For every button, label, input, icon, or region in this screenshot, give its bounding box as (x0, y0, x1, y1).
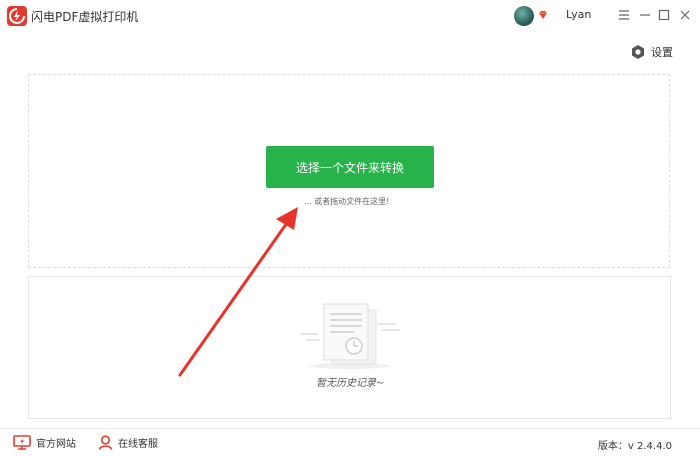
settings-button[interactable]: 设置 (630, 44, 673, 60)
drag-hint: ... 或者拖动文件在这里! (304, 197, 390, 206)
official-site-link[interactable]: 官方网站 (13, 435, 76, 450)
title-bar: 闪电PDF虚拟打印机 Lyan (0, 0, 700, 32)
online-service-label: 在线客服 (118, 439, 158, 450)
empty-history-illustration (300, 303, 400, 369)
online-service-link[interactable]: 在线客服 (98, 435, 158, 450)
close-icon[interactable] (678, 8, 692, 22)
menu-icon[interactable] (617, 8, 631, 22)
vip-diamond-icon[interactable] (538, 10, 548, 20)
app-title: 闪电PDF虚拟打印机 (31, 10, 139, 24)
username[interactable]: Lyan (566, 8, 591, 21)
gear-icon (632, 45, 644, 59)
empty-history-text: 暂无历史记录~ (316, 378, 385, 389)
app-logo-icon (7, 6, 27, 26)
version-text: 版本：v 2.4.4.0 (597, 441, 672, 452)
select-file-button[interactable]: 选择一个文件来转换 (266, 146, 434, 188)
official-site-label: 官方网站 (36, 439, 76, 450)
settings-label: 设置 (651, 46, 673, 59)
maximize-icon[interactable] (657, 8, 671, 22)
footer: 官方网站 在线客服 版本：v 2.4.4.0 (0, 428, 700, 456)
customer-service-icon (98, 435, 113, 450)
minimize-icon[interactable] (638, 8, 652, 22)
user-avatar[interactable] (514, 6, 534, 26)
monitor-icon (13, 435, 31, 450)
